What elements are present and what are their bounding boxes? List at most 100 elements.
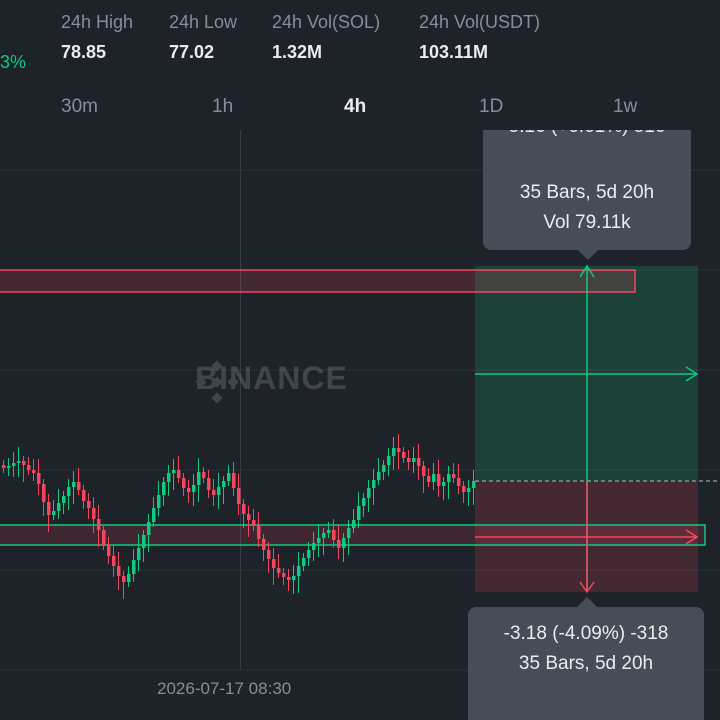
candle-body [162,482,166,495]
candle-body [122,576,126,582]
stat-24h-high: 24h High 78.85 [61,12,133,63]
candle-body [377,472,381,480]
candle-body [237,488,241,504]
resistance-zone-box[interactable] [0,269,636,293]
candle-body [177,470,181,478]
candle-body [187,488,191,492]
candle-body [87,501,91,508]
timeframe-4h[interactable]: 4h [344,96,366,118]
stat-label: 24h Vol(USDT) [419,12,541,32]
candle-body [27,465,31,470]
candle-body [452,474,456,478]
candle-body [167,473,171,482]
candle-body [332,530,336,540]
candle-body [372,480,376,488]
candle-body [412,458,416,462]
candles [2,434,476,599]
candle-body [152,508,156,522]
candle-body [252,520,256,526]
candle-body [367,488,371,498]
candle-body [432,474,436,482]
candle-body [202,472,206,478]
candle-body [82,490,86,501]
candle-body [117,566,121,576]
candle-body [57,503,61,511]
candle-body [107,545,111,556]
timeframe-1h[interactable]: 1h [212,96,233,118]
tooltip-pointer [577,597,597,607]
candle-body [127,574,131,582]
stat-label: 24h Low [169,12,238,32]
candle-body [222,481,226,487]
stat-value: 103.11M [419,42,489,62]
timeframe-1w[interactable]: 1w [613,96,637,118]
candle-body [382,465,386,472]
candle-body [402,452,406,458]
measure-down-bars: 35 Bars, 5d 20h [518,653,654,674]
candle-body [157,495,161,508]
measure-up-line1: 5.16 (+6.61%) 516 [483,130,691,142]
stat-24h-vol-sol: 24h Vol(SOL) 1.32M [272,12,380,63]
candle-body [392,448,396,456]
candle-body [407,458,411,462]
candle-body [22,461,26,465]
candle-body [97,519,101,530]
candle-body [102,530,106,545]
measure-up-volume: Vol 79.11k [543,212,631,233]
candle-body [67,487,71,496]
candle-body [362,498,366,506]
candle-body [342,538,346,548]
candle-body [182,478,186,488]
candle-body [297,566,301,576]
candle-body [387,456,391,465]
candle-body [32,470,36,473]
candle-body [277,568,281,573]
candle-body [242,504,246,514]
stat-label: 24h Vol(SOL) [272,12,381,32]
candle-body [147,522,151,535]
tooltip-pointer [578,250,598,260]
timeframe-30m[interactable]: 30m [61,96,98,118]
candle-body [47,502,51,515]
binance-logo-icon [195,360,239,404]
stat-24h-vol-usdt: 24h Vol(USDT) 103.11M [419,12,540,63]
candle-body [447,474,451,482]
stat-value: 78.85 [61,42,107,62]
candle-body [137,548,141,560]
candle-body [37,473,41,484]
measure-tooltip-down: -3.18 (-4.09%) -318 35 Bars, 5d 20h [468,607,704,720]
candle-body [267,550,271,559]
candle-body [357,506,361,520]
candle-body [247,514,251,520]
crosshair-time-label: 2026-07-17 08:30 [157,679,292,698]
candle-body [12,463,16,466]
candle-body [442,482,446,486]
candle-body [327,530,331,533]
candle-body [302,558,306,566]
timeframe-selector: 30m 1h 4h 1D 1w [0,86,720,130]
candle-body [7,466,11,468]
candle-body [322,533,326,538]
candle-body [472,481,476,488]
candle-body [287,577,291,580]
candle-body [417,458,421,466]
candle-body [317,538,321,543]
candle-body [112,556,116,566]
candle-body [17,461,21,463]
measure-down-change: -3.18 (-4.09%) -318 [503,623,669,644]
candle-body [197,472,201,485]
candle-body [347,528,351,538]
candle-body [282,573,286,577]
candle-body [92,508,96,519]
candle-body [207,478,211,490]
candle-body [397,448,401,452]
stat-label: 24h High [61,12,134,32]
candle-body [337,540,341,548]
candle-body [467,488,471,492]
stat-value: 1.32M [272,42,323,62]
candlestick-chart[interactable]: BINANCE 5.16 (+6.61%) 516 35 Bars, 5d 20… [0,130,720,720]
candle-body [192,485,196,492]
measure-up-bars: 35 Bars, 5d 20h [519,182,655,203]
timeframe-1d[interactable]: 1D [479,96,503,118]
candle-body [72,482,76,487]
